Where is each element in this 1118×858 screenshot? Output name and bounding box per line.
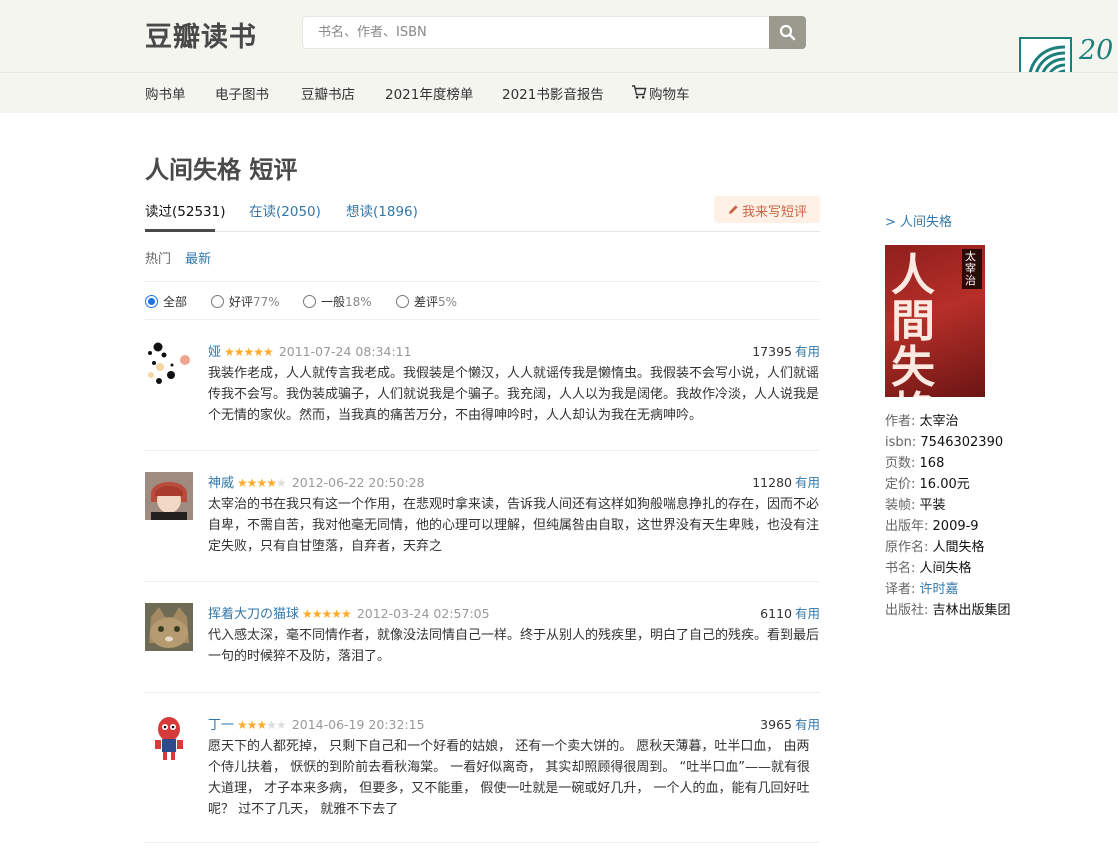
search-button[interactable] <box>769 16 806 49</box>
comment-item: 挥着大刀の猫球 ★★★★★ 2012-03-24 02:57:05 6110 有用 代… <box>145 603 820 673</box>
nav-item-cart[interactable]: 购物车 <box>649 83 690 103</box>
comment-user[interactable]: 神威 <box>208 476 234 491</box>
main-nav: 购书单 电子图书 豆瓣书店 2021年度榜单 2021书影音报告 购物车 <box>0 72 1118 113</box>
meta-title: 书名: 人间失格 <box>885 561 972 576</box>
nav-item-bookstore[interactable]: 豆瓣书店 <box>301 83 355 103</box>
comment-text: 代入感太深，毫不同情作者，就像没法同情自己一样。终于从别人的残疾里，明白了自己的… <box>208 628 820 664</box>
meta-binding: 装帧: 平装 <box>885 498 946 513</box>
comment-text: 我装作老成，人人就传言我老成。我假装是个懒汉，人人就谣传我是懒惰虫。我假装不会写… <box>208 366 820 423</box>
radio-all[interactable] <box>145 295 158 308</box>
avatar[interactable] <box>145 714 193 762</box>
sort-newest[interactable]: 最新 <box>185 252 211 267</box>
avatar[interactable] <box>145 341 193 389</box>
divider <box>145 842 820 843</box>
search-bar <box>302 16 806 49</box>
meta-pub-year: 出版年: 2009-9 <box>885 519 979 534</box>
search-icon <box>779 24 796 41</box>
meta-author: 作者: 太宰治 <box>885 414 959 429</box>
comment-item: 娅 ★★★★★ 2011-07-24 08:34:11 17395 有用 我装作老成，… <box>145 341 820 431</box>
nav-item-ebooks[interactable]: 电子图书 <box>215 83 269 103</box>
radio-neutral[interactable] <box>303 295 316 308</box>
comment-user[interactable]: 丁一 <box>208 718 234 733</box>
rating-stars: ★★★★★ <box>224 345 274 359</box>
rating-stars: ★★★★★ <box>237 476 287 490</box>
comment-text: 太宰治的书在我只有这一个作用，在悲观时拿来读，告诉我人间还有这样如狗般喘息挣扎的… <box>208 497 820 554</box>
divider <box>145 581 820 582</box>
rating-stars: ★★★★★ <box>237 718 287 732</box>
useful-votes: 11280 有用 <box>752 475 820 490</box>
nav-item-annual-chart[interactable]: 2021年度榜单 <box>385 83 473 103</box>
divider <box>145 319 820 320</box>
filter-neutral[interactable]: 一般18% <box>303 293 372 310</box>
tab-want-to-read[interactable]: 想读(1896) <box>346 200 418 220</box>
tab-read[interactable]: 读过(52531) <box>145 200 225 220</box>
radio-negative[interactable] <box>396 295 409 308</box>
comment-time: 2014-06-19 20:32:15 <box>291 717 425 732</box>
comment-time: 2012-06-22 20:50:28 <box>291 475 425 490</box>
comment-user[interactable]: 挥着大刀の猫球 <box>208 607 299 622</box>
useful-button[interactable]: 有用 <box>795 717 820 732</box>
filter-positive[interactable]: 好评77% <box>211 293 280 310</box>
divider <box>145 692 820 693</box>
filter-negative[interactable]: 差评5% <box>396 293 457 310</box>
cover-author: 太宰治 <box>962 249 982 289</box>
rating-stars: ★★★★★ <box>302 607 352 621</box>
useful-votes: 17395 有用 <box>752 344 820 359</box>
sort-hot[interactable]: 热门 <box>145 252 171 267</box>
comment-text: 愿天下的人都死掉， 只剩下自己和一个好看的姑娘， 还有一个卖大饼的。 愿秋天薄暮… <box>208 739 810 817</box>
meta-translator: 译者: 许时嘉 <box>885 582 959 597</box>
nav-item-booklist[interactable]: 购书单 <box>145 83 186 103</box>
radio-positive[interactable] <box>211 295 224 308</box>
meta-original-title: 原作名: 人間失格 <box>885 540 985 555</box>
comment-time: 2011-07-24 08:34:11 <box>278 344 412 359</box>
meta-pages: 页数: 168 <box>885 456 945 471</box>
useful-votes: 3965 有用 <box>760 717 820 732</box>
meta-isbn: isbn: 7546302390 <box>885 435 1004 450</box>
comment-item: 丁一 ★★★★★ 2014-06-19 20:32:15 3965 有用 愿天下的人都… <box>145 714 820 824</box>
meta-publisher: 出版社: 吉林出版集团 <box>885 603 1011 618</box>
cover-title: 人間失格 <box>891 250 935 398</box>
search-input[interactable] <box>302 16 769 49</box>
book-cover[interactable]: 人間失格 太宰治 <box>885 245 985 397</box>
meta-price: 定价: 16.00元 <box>885 477 970 492</box>
comment-time: 2012-03-24 02:57:05 <box>356 606 490 621</box>
filter-all[interactable]: 全部 <box>145 293 187 310</box>
comment-user[interactable]: 娅 <box>208 345 221 360</box>
avatar[interactable] <box>145 603 193 651</box>
write-review-button[interactable]: 我来写短评 <box>714 196 820 223</box>
divider <box>145 450 820 451</box>
pencil-icon <box>729 205 738 214</box>
active-tab-indicator <box>145 229 215 232</box>
cart-icon <box>632 85 647 99</box>
comment-header: 神威 ★★★★★ 2012-06-22 20:50:28 11280 有用 <box>208 472 820 491</box>
nav-item-annual-report[interactable]: 2021书影音报告 <box>502 83 604 103</box>
translator-link[interactable]: 许时嘉 <box>920 582 959 597</box>
sort-options: 热门 最新 <box>145 248 211 267</box>
comment-item: 神威 ★★★★★ 2012-06-22 20:50:28 11280 有用 太宰治的书… <box>145 472 820 562</box>
write-review-label: 我来写短评 <box>742 205 808 220</box>
page-title: 人间失格 短评 <box>145 156 298 184</box>
top-header: 豆瓣读书 20 年度 <box>0 0 1118 93</box>
comment-header: 挥着大刀の猫球 ★★★★★ 2012-03-24 02:57:05 6110 有用 <box>208 603 820 622</box>
tab-reading[interactable]: 在读(2050) <box>249 200 321 220</box>
comment-header: 娅 ★★★★★ 2011-07-24 08:34:11 17395 有用 <box>208 341 820 360</box>
divider <box>145 281 820 282</box>
book-breadcrumb-link[interactable]: > 人间失格 <box>885 211 952 230</box>
useful-button[interactable]: 有用 <box>795 475 820 490</box>
useful-button[interactable]: 有用 <box>795 344 820 359</box>
useful-votes: 6110 有用 <box>760 606 820 621</box>
book-meta: 作者: 太宰治 isbn: 7546302390 页数: 168 定价: 16.… <box>885 411 1011 621</box>
site-logo[interactable]: 豆瓣读书 <box>145 15 257 54</box>
avatar[interactable] <box>145 472 193 520</box>
promo-year: 20 <box>1079 35 1114 66</box>
comment-header: 丁一 ★★★★★ 2014-06-19 20:32:15 3965 有用 <box>208 714 820 733</box>
useful-button[interactable]: 有用 <box>795 606 820 621</box>
